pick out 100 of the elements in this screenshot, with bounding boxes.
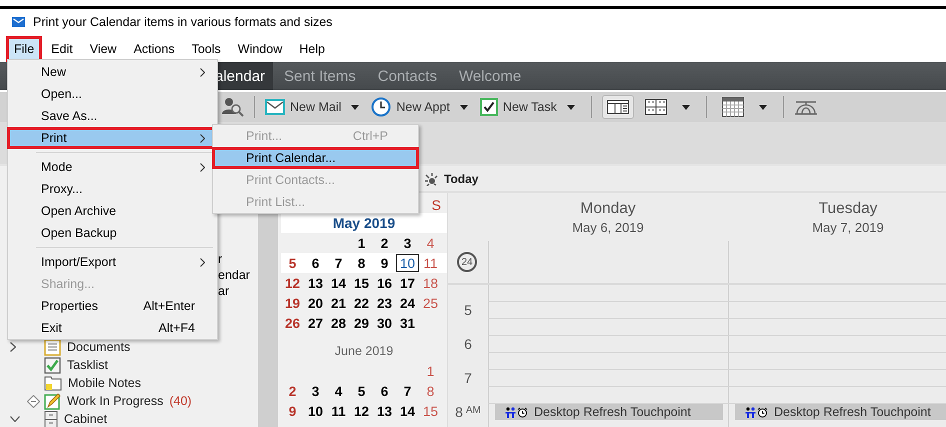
calendar-day[interactable]: 24: [396, 294, 419, 312]
calendar-day[interactable]: 31: [396, 314, 419, 332]
folder-label[interactable]: Cabinet: [64, 412, 108, 426]
time-slot[interactable]: [488, 370, 728, 387]
calendar-day[interactable]: 1: [419, 362, 442, 380]
calendar-day[interactable]: 13: [304, 274, 327, 292]
menu-bar-item[interactable]: Window: [230, 36, 290, 62]
time-slot[interactable]: [728, 353, 946, 370]
chevron-down-icon[interactable]: [10, 416, 20, 422]
menu-item[interactable]: New: [7, 61, 218, 83]
chevron-right-icon[interactable]: [10, 342, 16, 352]
caret-icon[interactable]: [351, 104, 360, 110]
calendar-day[interactable]: 25: [419, 294, 442, 312]
calendar-day[interactable]: 2: [281, 382, 304, 400]
calendar-day[interactable]: 6: [373, 382, 396, 400]
folder-label[interactable]: endar: [218, 268, 250, 282]
menu-bar-item[interactable]: Help: [291, 36, 333, 62]
caret-icon[interactable]: [460, 104, 468, 110]
menu-bar-item[interactable]: Actions: [126, 36, 183, 62]
all-day-badge[interactable]: 24: [457, 252, 477, 272]
calendar-day[interactable]: 13: [373, 402, 396, 420]
menu-item[interactable]: Import/Export: [7, 251, 218, 273]
calendar-day[interactable]: 19: [281, 294, 304, 312]
calendar-day[interactable]: 12: [350, 402, 373, 420]
calendar-day[interactable]: 9: [373, 254, 396, 272]
calendar-event[interactable]: Desktop Refresh Touchpoint: [495, 404, 723, 420]
calendar-day[interactable]: 10: [396, 254, 419, 272]
time-slot[interactable]: [488, 319, 728, 336]
time-slot[interactable]: [728, 302, 946, 319]
menu-item[interactable]: Exit Alt+F4: [7, 317, 218, 339]
folder-label[interactable]: ar: [218, 284, 230, 298]
time-slot[interactable]: [728, 319, 946, 336]
calendar-day[interactable]: 16: [373, 274, 396, 292]
calendar-day[interactable]: 30: [373, 314, 396, 332]
app-tab[interactable]: Contacts: [378, 62, 448, 90]
app-tab[interactable]: Sent Items: [284, 62, 367, 90]
toolbar-button[interactable]: New Task: [480, 98, 557, 116]
calendar-day[interactable]: 7: [327, 254, 350, 272]
app-tab[interactable]: Welcome: [458, 62, 532, 90]
folder-label[interactable]: Tasklist: [67, 358, 108, 372]
calendar-day[interactable]: 22: [350, 294, 373, 312]
caret-icon[interactable]: [758, 104, 767, 110]
calendar-day[interactable]: 28: [327, 314, 350, 332]
calendar-day[interactable]: 17: [396, 274, 419, 292]
calendar-day[interactable]: 1: [350, 234, 373, 252]
calendar-day[interactable]: 14: [396, 402, 419, 420]
calendar-day[interactable]: 9: [281, 402, 304, 420]
calendar-day[interactable]: 4: [419, 234, 442, 252]
today-button[interactable]: Today: [424, 172, 478, 186]
time-slot[interactable]: [728, 336, 946, 353]
calendar-day[interactable]: 20: [304, 294, 327, 312]
menu-item[interactable]: Open...: [7, 83, 218, 105]
calendar-day[interactable]: 18: [419, 274, 442, 292]
calendar-day[interactable]: 8: [350, 254, 373, 272]
calendar-day[interactable]: 11: [419, 254, 442, 272]
calendar-day[interactable]: 7: [396, 382, 419, 400]
person-search-icon[interactable]: [222, 97, 244, 117]
calendar-day[interactable]: 12: [281, 274, 304, 292]
calendar-day[interactable]: 5: [350, 382, 373, 400]
calendar-day[interactable]: 10: [304, 402, 327, 420]
calendar-day[interactable]: 3: [304, 382, 327, 400]
calendar-day[interactable]: 21: [327, 294, 350, 312]
calendar-day[interactable]: 26: [281, 314, 304, 332]
calendar-day[interactable]: 3: [396, 234, 419, 252]
menu-bar-item[interactable]: View: [82, 36, 125, 62]
calendar-day[interactable]: 14: [327, 274, 350, 292]
time-slot[interactable]: [728, 370, 946, 387]
folder-label[interactable]: Documents: [67, 340, 130, 354]
calendar-day[interactable]: 6: [304, 254, 327, 272]
calendar-day[interactable]: 4: [327, 382, 350, 400]
calendar-event[interactable]: Desktop Refresh Touchpoint: [735, 404, 946, 420]
calendar-day[interactable]: 2: [373, 234, 396, 252]
time-slot[interactable]: [728, 285, 946, 302]
calendar-day[interactable]: 27: [304, 314, 327, 332]
calendar-day[interactable]: 15: [419, 402, 442, 420]
calendar-day[interactable]: 8: [419, 382, 442, 400]
folder-label[interactable]: Mobile Notes: [68, 376, 141, 390]
menu-item[interactable]: Open Backup: [7, 222, 218, 244]
selected-week-row[interactable]: 5 6 7 8 9 10 11: [281, 253, 447, 273]
menu-item[interactable]: Save As...: [7, 105, 218, 127]
folder-label[interactable]: Work In Progress: [67, 394, 164, 408]
folder-label[interactable]: r: [218, 252, 222, 266]
time-slot[interactable]: [488, 336, 728, 353]
view-button[interactable]: [602, 95, 634, 119]
calendar-day[interactable]: 5: [281, 254, 304, 272]
calendar-day[interactable]: 23: [373, 294, 396, 312]
caret-icon[interactable]: [566, 104, 575, 110]
menu-item[interactable]: Properties Alt+Enter: [7, 295, 218, 317]
menu-bar-item[interactable]: Edit: [43, 36, 81, 62]
toolbar-button[interactable]: New Appt: [371, 97, 450, 117]
time-slot[interactable]: [488, 302, 728, 319]
time-slot[interactable]: [488, 285, 728, 302]
menu-bar-item[interactable]: Tools: [184, 36, 229, 62]
calendar-day[interactable]: 11: [327, 402, 350, 420]
caret-icon[interactable]: [682, 104, 690, 110]
calendar-day[interactable]: 29: [350, 314, 373, 332]
toolbar-button[interactable]: New Mail: [265, 99, 342, 115]
calendar-day[interactable]: 15: [350, 274, 373, 292]
menu-item[interactable]: Print Calendar...: [212, 147, 419, 169]
time-slot[interactable]: [488, 353, 728, 370]
